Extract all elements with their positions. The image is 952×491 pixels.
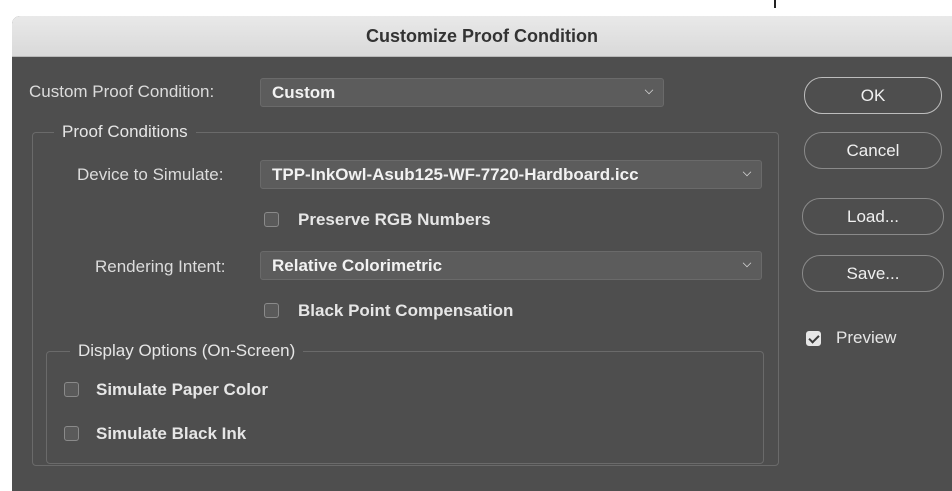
preserve-rgb-label: Preserve RGB Numbers	[298, 210, 491, 229]
proof-conditions-legend: Proof Conditions	[54, 122, 196, 142]
simulate-paper-color-label: Simulate Paper Color	[96, 380, 268, 399]
rendering-intent-label: Rendering Intent:	[95, 257, 226, 276]
ok-button[interactable]: OK	[804, 77, 942, 114]
rendering-intent-select[interactable]: Relative Colorimetric	[260, 251, 762, 280]
preview-checkbox[interactable]	[806, 331, 821, 346]
device-to-simulate-label: Device to Simulate:	[77, 165, 224, 184]
rendering-intent-value: Relative Colorimetric	[272, 255, 443, 275]
top-edge-mark	[774, 0, 776, 8]
custom-condition-label: Custom Proof Condition:	[29, 82, 215, 101]
proof-dialog: Customize Proof Condition Custom Proof C…	[12, 16, 952, 491]
black-point-compensation-label: Black Point Compensation	[298, 301, 514, 320]
black-point-compensation-checkbox[interactable]	[264, 303, 279, 318]
simulate-black-ink-label: Simulate Black Ink	[96, 424, 247, 443]
chevron-down-icon	[644, 85, 654, 95]
device-to-simulate-select[interactable]: TPP-InkOwl-Asub125-WF-7720-Hardboard.icc	[260, 160, 762, 189]
preview-label: Preview	[836, 328, 897, 347]
load-button[interactable]: Load...	[802, 198, 944, 235]
simulate-black-ink-checkbox[interactable]	[64, 426, 79, 441]
custom-condition-select[interactable]: Custom	[260, 78, 664, 107]
display-options-group	[46, 351, 764, 464]
device-to-simulate-value: TPP-InkOwl-Asub125-WF-7720-Hardboard.icc	[272, 164, 639, 184]
save-button[interactable]: Save...	[802, 255, 944, 292]
chevron-down-icon	[742, 258, 752, 268]
dialog-title: Customize Proof Condition	[12, 16, 952, 57]
simulate-paper-color-checkbox[interactable]	[64, 382, 79, 397]
chevron-down-icon	[742, 167, 752, 177]
display-options-legend: Display Options (On-Screen)	[70, 341, 304, 361]
custom-condition-value: Custom	[272, 82, 336, 102]
preserve-rgb-checkbox[interactable]	[264, 212, 279, 227]
cancel-button[interactable]: Cancel	[804, 132, 942, 169]
